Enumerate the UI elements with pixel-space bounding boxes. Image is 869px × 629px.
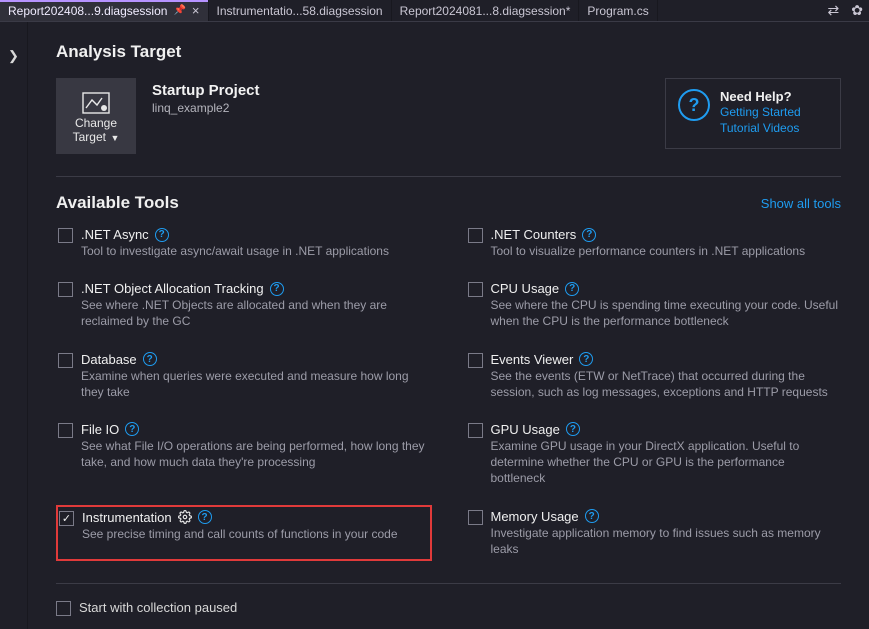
help-card: ? Need Help? Getting Started Tutorial Vi…: [665, 78, 841, 149]
pin-icon[interactable]: 📌: [173, 5, 185, 16]
tool-gpu-usage: GPU Usage ? Examine GPU usage in your Di…: [466, 418, 842, 491]
file-io-checkbox[interactable]: [58, 423, 73, 438]
tool-desc: Tool to visualize performance counters i…: [491, 243, 806, 259]
main-panel: Analysis Target Change Target ▼ Startup …: [28, 22, 869, 629]
start-paused-checkbox[interactable]: [56, 601, 71, 616]
tab-report-9[interactable]: Report202408...9.diagsession 📌 ×: [0, 0, 209, 21]
tool-name: CPU Usage: [491, 281, 560, 296]
dirty-indicator: *: [566, 4, 571, 18]
startup-project-title: Startup Project: [152, 82, 260, 99]
tab-label: Report202408...9.diagsession: [8, 4, 167, 18]
tool-instrumentation: Instrumentation ? See precise timing and…: [56, 505, 432, 561]
divider: [56, 176, 841, 177]
show-all-tools-link[interactable]: Show all tools: [761, 196, 841, 211]
change-target-icon: [82, 92, 110, 114]
tool-desc: See precise timing and call counts of fu…: [82, 526, 398, 542]
tab-report-8[interactable]: Report2024081...8.diagsession*: [392, 0, 580, 21]
startup-project-name: linq_example2: [152, 101, 260, 115]
info-icon[interactable]: ?: [143, 352, 157, 366]
tool-desc: Investigate application memory to find i…: [491, 525, 840, 557]
tool-desc: See where .NET Objects are allocated and…: [81, 297, 430, 329]
gear-icon[interactable]: ✿: [845, 2, 869, 19]
info-icon[interactable]: ?: [155, 228, 169, 242]
instrumentation-checkbox[interactable]: [59, 511, 74, 526]
tool-name: Instrumentation: [82, 510, 172, 525]
tool-name: .NET Async: [81, 227, 149, 242]
tool-name: File IO: [81, 422, 119, 437]
tool-desc: See where the CPU is spending time execu…: [491, 297, 840, 329]
tool-net-obj-alloc: .NET Object Allocation Tracking ? See wh…: [56, 277, 432, 333]
info-icon[interactable]: ?: [270, 282, 284, 296]
tool-events-viewer: Events Viewer ? See the events (ETW or N…: [466, 348, 842, 404]
close-icon[interactable]: ×: [192, 4, 200, 17]
net-obj-alloc-checkbox[interactable]: [58, 282, 73, 297]
tool-desc: See what File I/O operations are being p…: [81, 438, 430, 470]
tab-bar: Report202408...9.diagsession 📌 × Instrum…: [0, 0, 869, 22]
info-icon[interactable]: ?: [579, 352, 593, 366]
tab-label: Instrumentatio...58.diagsession: [217, 4, 383, 18]
tool-name: Events Viewer: [491, 352, 574, 367]
tab-label: Program.cs: [587, 4, 648, 18]
tool-desc: Tool to investigate async/await usage in…: [81, 243, 389, 259]
info-icon[interactable]: ?: [582, 228, 596, 242]
gpu-usage-checkbox[interactable]: [468, 423, 483, 438]
chevron-right-icon[interactable]: ❯: [8, 48, 19, 629]
tool-desc: Examine when queries were executed and m…: [81, 368, 430, 400]
tool-cpu-usage: CPU Usage ? See where the CPU is spendin…: [466, 277, 842, 333]
tool-name: .NET Counters: [491, 227, 577, 242]
divider: [56, 583, 841, 584]
tool-desc: See the events (ETW or NetTrace) that oc…: [491, 368, 840, 400]
info-icon[interactable]: ?: [585, 509, 599, 523]
left-gutter: ❯: [0, 22, 28, 629]
help-title: Need Help?: [720, 89, 801, 104]
getting-started-link[interactable]: Getting Started: [720, 104, 801, 120]
info-icon[interactable]: ?: [566, 422, 580, 436]
start-paused-label: Start with collection paused: [79, 600, 237, 615]
info-icon[interactable]: ?: [565, 282, 579, 296]
tool-net-counters: .NET Counters ? Tool to visualize perfor…: [466, 223, 842, 263]
help-icon[interactable]: ?: [678, 89, 710, 121]
net-counters-checkbox[interactable]: [468, 228, 483, 243]
tool-file-io: File IO ? See what File I/O operations a…: [56, 418, 432, 491]
cpu-usage-checkbox[interactable]: [468, 282, 483, 297]
gear-icon[interactable]: [178, 510, 192, 524]
available-tools-heading: Available Tools: [56, 193, 179, 213]
net-async-checkbox[interactable]: [58, 228, 73, 243]
info-icon[interactable]: ?: [125, 422, 139, 436]
tool-database: Database ? Examine when queries were exe…: [56, 348, 432, 404]
tab-program-cs[interactable]: Program.cs: [579, 0, 657, 21]
tabwell-overflow-icon[interactable]: ⇄: [822, 2, 846, 19]
tool-name: .NET Object Allocation Tracking: [81, 281, 264, 296]
tools-grid: .NET Async ? Tool to investigate async/a…: [56, 223, 841, 561]
tool-net-async: .NET Async ? Tool to investigate async/a…: [56, 223, 432, 263]
tutorial-videos-link[interactable]: Tutorial Videos: [720, 120, 801, 136]
tool-name: GPU Usage: [491, 422, 560, 437]
chevron-down-icon: ▼: [108, 133, 119, 143]
analysis-target-heading: Analysis Target: [56, 42, 841, 62]
tab-instrumentation-58[interactable]: Instrumentatio...58.diagsession: [209, 0, 392, 21]
database-checkbox[interactable]: [58, 353, 73, 368]
tool-name: Memory Usage: [491, 509, 579, 524]
info-icon[interactable]: ?: [198, 510, 212, 524]
tool-name: Database: [81, 352, 137, 367]
tool-memory-usage: Memory Usage ? Investigate application m…: [466, 505, 842, 561]
tab-label: Report2024081...8.diagsession: [400, 4, 566, 18]
memory-usage-checkbox[interactable]: [468, 510, 483, 525]
change-target-button[interactable]: Change Target ▼: [56, 78, 136, 154]
events-viewer-checkbox[interactable]: [468, 353, 483, 368]
tool-desc: Examine GPU usage in your DirectX applic…: [491, 438, 840, 487]
